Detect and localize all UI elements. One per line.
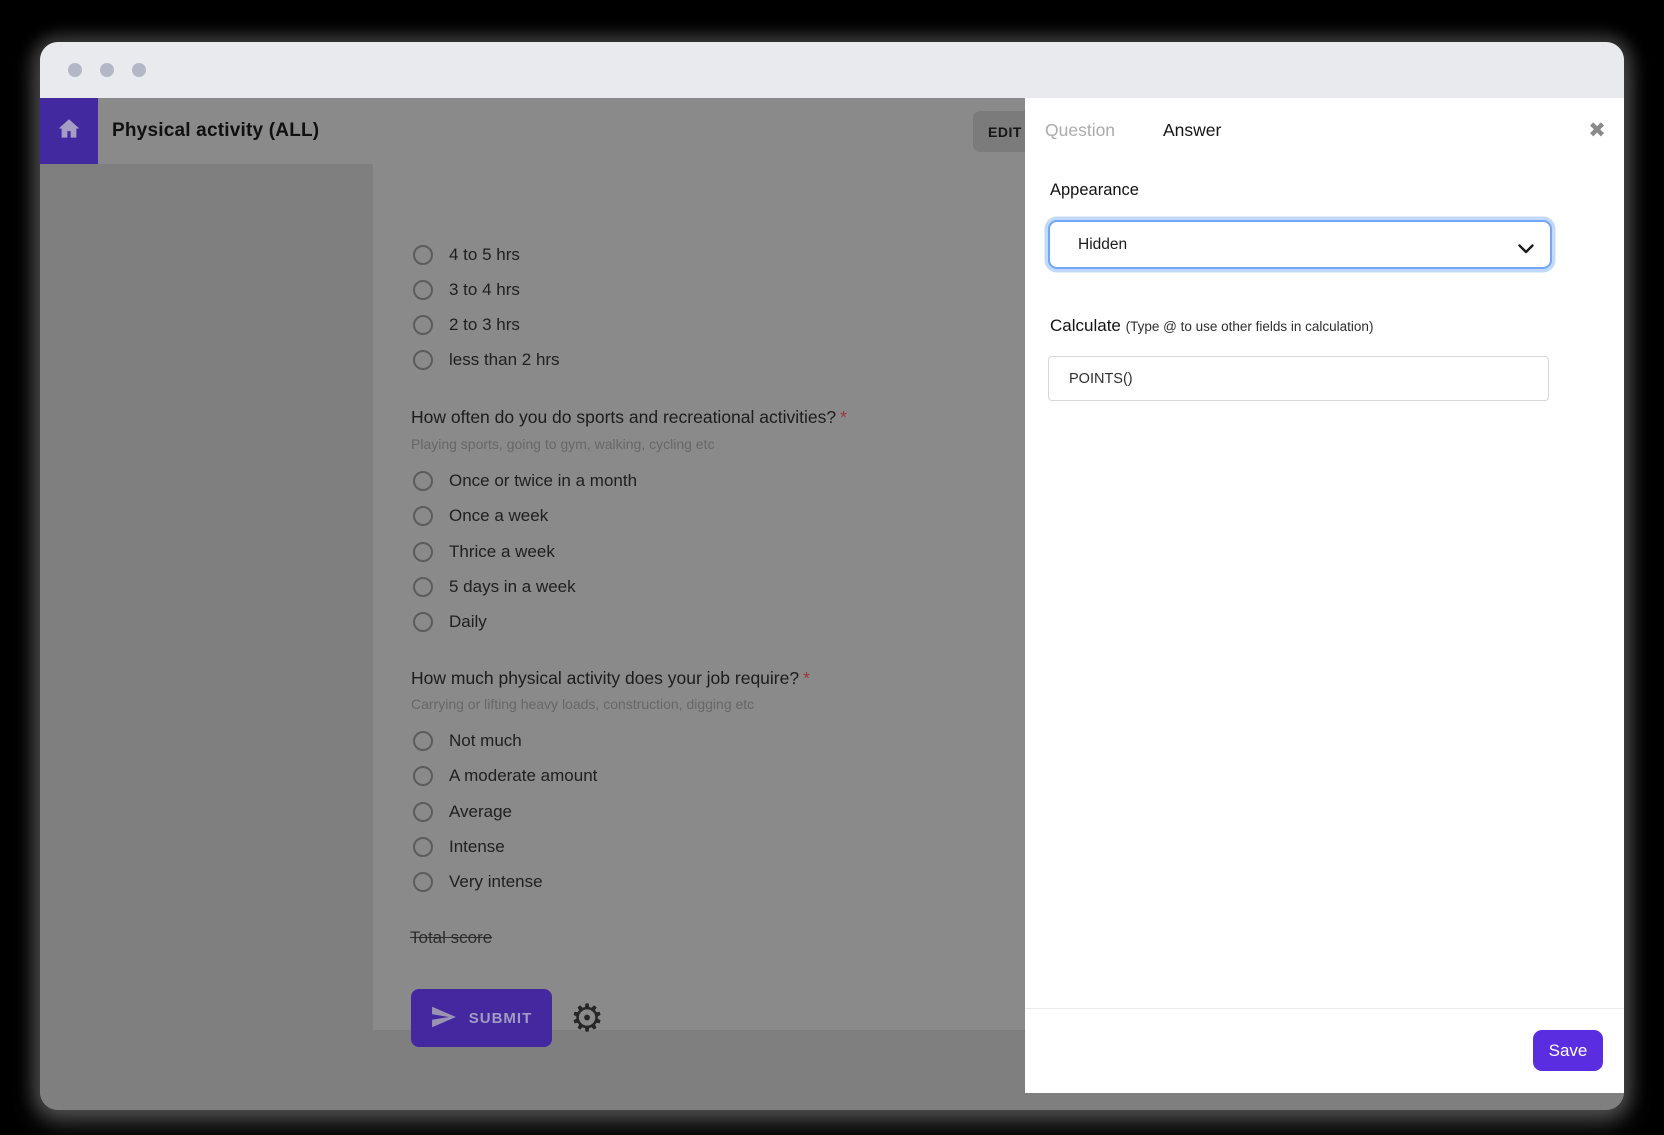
radio-button[interactable] xyxy=(413,280,433,300)
window-control-dot[interactable] xyxy=(68,63,82,77)
tab-answer[interactable]: Answer xyxy=(1163,120,1221,141)
calculate-label-text: Calculate xyxy=(1050,316,1121,335)
app-content: Physical activity (ALL) EDIT 4 to 5 hrs3… xyxy=(40,98,1624,1110)
tab-question[interactable]: Question xyxy=(1045,120,1115,141)
radio-button[interactable] xyxy=(413,315,433,335)
panel-footer-divider xyxy=(1025,1008,1624,1009)
window-control-dot[interactable] xyxy=(100,63,114,77)
question3-title: How much physical activity does your job… xyxy=(411,668,810,689)
required-asterisk: * xyxy=(840,407,847,427)
radio-button[interactable] xyxy=(413,612,433,632)
calculate-hint: (Type @ to use other fields in calculati… xyxy=(1126,319,1374,334)
radio-option-label: A moderate amount xyxy=(449,766,597,786)
total-score-label: Total score xyxy=(410,928,492,948)
question-settings-panel: Question Answer ✖ Appearance Hidden Calc… xyxy=(1025,98,1624,1093)
radio-option-label: Not much xyxy=(449,731,522,751)
radio-option-row: 4 to 5 hrs xyxy=(413,243,520,267)
radio-button[interactable] xyxy=(413,872,433,892)
radio-option-label: 5 days in a week xyxy=(449,577,576,597)
page-title: Physical activity (ALL) xyxy=(112,98,319,164)
radio-option-row: A moderate amount xyxy=(413,764,597,788)
appearance-select[interactable]: Hidden xyxy=(1048,220,1552,269)
question2-hint: Playing sports, going to gym, walking, c… xyxy=(411,436,714,452)
radio-option-row: Not much xyxy=(413,729,522,753)
window-titlebar xyxy=(40,42,1624,98)
question2-title-text: How often do you do sports and recreatio… xyxy=(411,407,836,427)
radio-option-label: Thrice a week xyxy=(449,542,555,562)
question2-title: How often do you do sports and recreatio… xyxy=(411,407,847,428)
radio-option-label: Very intense xyxy=(449,872,543,892)
form-card: 4 to 5 hrs 3 to 4 hrs 2 to 3 hrs less than … xyxy=(373,164,1025,1030)
radio-button[interactable] xyxy=(413,350,433,370)
radio-option-row: Once a week xyxy=(413,504,548,528)
home-button[interactable] xyxy=(40,98,98,164)
question3-title-text: How much physical activity does your job… xyxy=(411,668,799,688)
question3-hint: Carrying or lifting heavy loads, constru… xyxy=(411,696,754,712)
radio-option-row: Once or twice in a month xyxy=(413,469,637,493)
radio-option-row: Intense xyxy=(413,835,505,859)
radio-button[interactable] xyxy=(413,766,433,786)
radio-option-row: 3 to 4 hrs xyxy=(413,278,520,302)
close-icon[interactable]: ✖ xyxy=(1581,114,1613,146)
radio-option-row: Very intense xyxy=(413,870,543,894)
radio-option-label: 2 to 3 hrs xyxy=(449,315,520,335)
radio-option-label: 3 to 4 hrs xyxy=(449,280,520,300)
radio-button[interactable] xyxy=(413,471,433,491)
window-control-dot[interactable] xyxy=(132,63,146,77)
radio-button[interactable] xyxy=(413,542,433,562)
calculate-input[interactable] xyxy=(1048,356,1549,401)
browser-window: Physical activity (ALL) EDIT 4 to 5 hrs3… xyxy=(40,42,1624,1110)
radio-option-row: 2 to 3 hrs xyxy=(413,313,520,337)
radio-button[interactable] xyxy=(413,506,433,526)
home-icon xyxy=(56,116,82,147)
radio-option-row: Thrice a week xyxy=(413,540,555,564)
save-button[interactable]: Save xyxy=(1533,1030,1603,1071)
radio-option-row: 5 days in a week xyxy=(413,575,576,599)
radio-option-row: less than 2 hrs xyxy=(413,348,560,372)
required-asterisk: * xyxy=(803,668,810,688)
radio-button[interactable] xyxy=(413,245,433,265)
radio-option-label: Average xyxy=(449,802,512,822)
settings-gear-icon[interactable]: ⚙ xyxy=(563,994,611,1042)
radio-option-label: 4 to 5 hrs xyxy=(449,245,520,265)
submit-button[interactable]: SUBMIT xyxy=(411,989,552,1047)
appearance-select-value: Hidden xyxy=(1078,236,1127,254)
radio-button[interactable] xyxy=(413,577,433,597)
send-icon xyxy=(431,1006,457,1031)
calculate-label: Calculate (Type @ to use other fields in… xyxy=(1050,316,1373,336)
chevron-down-icon xyxy=(1518,241,1534,259)
radio-button[interactable] xyxy=(413,837,433,857)
radio-button[interactable] xyxy=(413,731,433,751)
radio-option-label: less than 2 hrs xyxy=(449,350,560,370)
radio-option-row: Daily xyxy=(413,610,487,634)
radio-option-label: Once a week xyxy=(449,506,548,526)
radio-button[interactable] xyxy=(413,802,433,822)
appearance-label: Appearance xyxy=(1050,181,1139,200)
radio-option-label: Once or twice in a month xyxy=(449,471,637,491)
radio-option-label: Intense xyxy=(449,837,505,857)
radio-option-label: Daily xyxy=(449,612,487,632)
radio-option-row: Average xyxy=(413,800,512,824)
submit-button-label: SUBMIT xyxy=(469,1010,533,1027)
